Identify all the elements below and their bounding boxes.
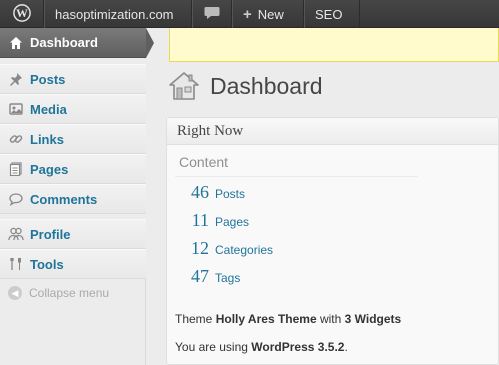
theme-widgets: 3 Widgets xyxy=(344,312,402,326)
new-label: New xyxy=(257,6,284,22)
version-info: You are using WordPress 3.5.2. xyxy=(175,340,348,354)
dashboard-home-icon xyxy=(168,70,200,102)
sidebar-item-media[interactable]: Media xyxy=(0,94,146,124)
stat-pages[interactable]: 11 Pages xyxy=(179,210,249,231)
page-title: Dashboard xyxy=(168,70,323,102)
stat-categories[interactable]: 12 Categories xyxy=(179,238,273,259)
sidebar-item-pages[interactable]: Pages xyxy=(0,154,146,184)
home-icon xyxy=(8,35,24,51)
sidebar-item-label: Dashboard xyxy=(30,35,98,50)
seo-label: SEO xyxy=(315,6,343,22)
right-now-widget: Right Now Content 46 Posts 11 Pages 12 C… xyxy=(166,117,499,365)
site-name: hasoptimization.com xyxy=(55,6,174,22)
content-section-heading: Content xyxy=(179,154,229,170)
sidebar-item-label: Posts xyxy=(30,71,66,87)
svg-text:W: W xyxy=(16,7,28,20)
media-icon xyxy=(8,101,24,117)
new-content-button[interactable]: + New xyxy=(232,0,304,28)
stat-label[interactable]: Posts xyxy=(215,187,245,201)
sidebar-item-label: Pages xyxy=(30,161,69,177)
widget-header[interactable]: Right Now xyxy=(167,118,498,145)
stat-count[interactable]: 47 xyxy=(179,266,209,287)
sidebar-item-label: Media xyxy=(30,101,67,117)
stat-label[interactable]: Categories xyxy=(215,243,273,257)
admin-bar: W hasoptimization.com + New SEO xyxy=(0,0,499,28)
comments-button[interactable] xyxy=(192,0,232,28)
version-suffix: . xyxy=(344,340,348,354)
users-icon xyxy=(8,226,24,242)
wordpress-logo-button[interactable]: W xyxy=(0,0,44,28)
stat-label[interactable]: Tags xyxy=(215,271,240,285)
divider xyxy=(175,176,418,177)
sidebar-item-profile[interactable]: Profile xyxy=(0,219,146,249)
stat-label[interactable]: Pages xyxy=(215,215,249,229)
page-heading: Dashboard xyxy=(210,72,323,99)
plus-icon: + xyxy=(243,5,252,23)
speech-bubble-icon xyxy=(204,6,220,23)
site-name-link[interactable]: hasoptimization.com xyxy=(44,0,192,28)
theme-name: Holly Ares Theme xyxy=(215,312,317,326)
stat-count[interactable]: 11 xyxy=(179,210,209,231)
link-icon xyxy=(8,131,24,147)
sidebar-item-links[interactable]: Links xyxy=(0,124,146,154)
sidebar-item-dashboard[interactable]: Dashboard xyxy=(0,28,154,58)
update-notice xyxy=(169,28,499,62)
sidebar-item-comments[interactable]: Comments xyxy=(0,184,146,214)
stat-count[interactable]: 12 xyxy=(179,238,209,259)
seo-menu-button[interactable]: SEO xyxy=(304,0,360,28)
theme-info: Theme Holly Ares Theme with 3 Widgets xyxy=(175,312,401,326)
version-prefix: You are using xyxy=(175,340,248,354)
sidebar-item-label: Comments xyxy=(30,191,98,207)
stat-count[interactable]: 46 xyxy=(179,182,209,203)
sidebar-item-posts[interactable]: Posts xyxy=(0,64,146,94)
theme-prefix: Theme xyxy=(175,312,213,326)
version-name: WordPress 3.5.2 xyxy=(251,340,345,354)
sidebar-item-label: Tools xyxy=(30,256,64,272)
sidebar-item-label: Profile xyxy=(30,226,71,242)
collapse-menu-label: Collapse menu xyxy=(29,286,110,300)
theme-middle: with xyxy=(319,312,342,326)
stat-tags[interactable]: 47 Tags xyxy=(179,266,240,287)
sidebar-item-label: Links xyxy=(30,131,64,147)
widget-title: Right Now xyxy=(177,122,244,139)
stat-posts[interactable]: 46 Posts xyxy=(179,182,245,203)
admin-sidebar: Dashboard Posts Media Links Pages Commen… xyxy=(0,28,154,365)
pushpin-icon xyxy=(8,71,24,87)
collapse-arrow-icon: ◀ xyxy=(8,286,22,300)
sidebar-item-tools[interactable]: Tools xyxy=(0,249,146,279)
tools-icon xyxy=(8,256,24,272)
wordpress-logo-icon: W xyxy=(12,3,31,25)
pages-icon xyxy=(8,161,24,177)
collapse-menu-button[interactable]: ◀ Collapse menu xyxy=(8,286,109,300)
comment-icon xyxy=(8,191,24,207)
